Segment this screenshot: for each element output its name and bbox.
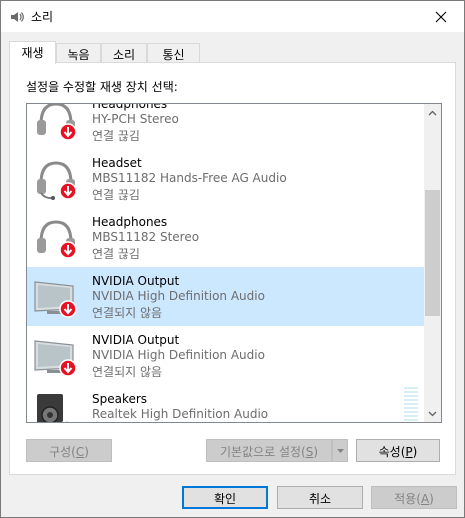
device-status: 연결되지 않음: [92, 365, 163, 379]
button-label: 구성: [49, 445, 72, 459]
device-name: NVIDIA Output: [92, 333, 180, 347]
configure-button[interactable]: 구성(C): [26, 439, 112, 462]
button-label: 확인: [213, 492, 237, 506]
cancel-button[interactable]: 취소: [277, 486, 363, 509]
device-list-items: Headphones HY-PCH Stereo 연결 끊김 Headset M…: [27, 103, 425, 423]
tab-sounds[interactable]: 소리: [101, 43, 147, 63]
device-list[interactable]: Headphones HY-PCH Stereo 연결 끊김 Headset M…: [26, 103, 442, 423]
close-icon: [435, 11, 447, 22]
ok-button[interactable]: 확인: [182, 486, 268, 509]
set-default-button[interactable]: 기본값으로 설정(S): [206, 439, 332, 462]
vertical-scrollbar[interactable]: [424, 104, 441, 422]
apply-button[interactable]: 적용(A): [371, 486, 457, 509]
accelerator-key: P: [405, 445, 413, 459]
device-description: NVIDIA High Definition Audio: [92, 289, 265, 303]
instruction-label: 설정을 수정할 재생 장치 선택:: [26, 80, 178, 94]
monitor-icon: [34, 340, 77, 377]
close-button[interactable]: [418, 1, 464, 32]
headset-icon: [37, 161, 77, 200]
device-name: NVIDIA Output: [92, 274, 180, 288]
device-name: Headphones: [92, 103, 168, 111]
device-status: 준비: [92, 422, 114, 423]
device-description: Realtek High Definition Audio: [92, 407, 269, 421]
chevron-down-icon: [336, 448, 344, 453]
tab-strip: 재생 녹음 소리 통신: [9, 41, 449, 64]
device-description: MBS11182 Stereo: [92, 230, 200, 244]
button-label: 적용: [394, 492, 417, 506]
device-status: 연결되지 않음: [92, 306, 163, 320]
properties-button[interactable]: 속성(P): [356, 439, 440, 462]
button-label: 취소: [308, 492, 332, 506]
playback-panel: 설정을 수정할 재생 장치 선택: Headphones HY-PCH Ster…: [9, 62, 456, 475]
tab-label: 재생: [21, 46, 44, 60]
headphones-icon: [37, 104, 77, 141]
accelerator-key: A: [420, 492, 430, 506]
device-description: MBS11182 Hands-Free AG Audio: [92, 171, 287, 185]
volume-level-meter: [404, 387, 418, 422]
device-item[interactable]: Speakers Realtek High Definition Audio 준…: [27, 385, 425, 423]
tab-playback[interactable]: 재생: [9, 41, 56, 64]
device-status: 연결 끊김: [92, 188, 140, 202]
window-title: 소리: [31, 10, 54, 24]
sound-dialog: 소리 재생 녹음 소리 통신 설정을 수정할 재생 장치 선택: Headpho…: [0, 0, 465, 518]
device-item[interactable]: Headphones MBS11182 Stereo 연결 끊김: [27, 208, 425, 267]
headphones-icon: [37, 220, 77, 259]
monitor-icon: [34, 281, 77, 318]
device-description: NVIDIA High Definition Audio: [92, 348, 265, 362]
device-name: Headset: [92, 156, 142, 170]
accelerator-key: S: [305, 445, 314, 459]
device-name: Speakers: [92, 392, 148, 406]
speaker-title-icon: [11, 12, 24, 22]
speaker-icon: [37, 394, 73, 422]
device-name: Headphones: [92, 215, 168, 229]
tab-label: 통신: [162, 48, 185, 62]
device-status: 연결 끊김: [92, 247, 140, 261]
device-item[interactable]: Headphones HY-PCH Stereo 연결 끊김: [27, 103, 425, 149]
device-item-selected[interactable]: NVIDIA Output NVIDIA High Definition Aud…: [27, 267, 425, 326]
title-bar[interactable]: 소리: [1, 1, 464, 32]
scroll-up-button[interactable]: [424, 104, 441, 121]
set-default-dropdown[interactable]: [332, 439, 348, 462]
tab-label: 소리: [112, 48, 136, 62]
chevron-down-icon: [428, 411, 437, 416]
scroll-thumb[interactable]: [425, 190, 440, 316]
device-item[interactable]: Headset MBS11182 Hands-Free AG Audio 연결 …: [27, 149, 425, 208]
tab-recording[interactable]: 녹음: [56, 43, 101, 63]
scroll-down-button[interactable]: [424, 405, 441, 422]
device-item[interactable]: NVIDIA Output NVIDIA High Definition Aud…: [27, 326, 425, 385]
button-label: 속성: [378, 445, 401, 459]
accelerator-key: C: [75, 445, 85, 459]
device-status: 연결 끊김: [92, 129, 140, 143]
device-description: HY-PCH Stereo: [92, 112, 179, 126]
tab-label: 녹음: [67, 48, 90, 62]
tab-communications[interactable]: 통신: [147, 43, 200, 63]
button-label: 기본값으로 설정: [219, 445, 302, 459]
chevron-up-icon: [428, 110, 437, 115]
